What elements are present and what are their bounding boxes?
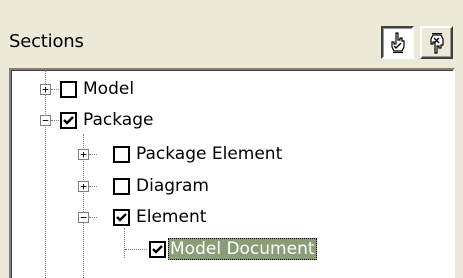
package-checkbox[interactable]: [60, 112, 77, 129]
tree-connector: [89, 186, 97, 187]
tree-node-diagram[interactable]: Diagram: [134, 175, 211, 197]
tree-node-element[interactable]: Element: [134, 206, 208, 228]
tree-node-package-element[interactable]: Package Element: [134, 143, 284, 165]
diagram-checkbox[interactable]: [113, 178, 130, 195]
hand-uncheck-all-icon: [429, 32, 444, 54]
sections-title: Sections: [9, 31, 84, 52]
expand-diagram-toggle[interactable]: +: [78, 181, 89, 192]
package-element-checkbox[interactable]: [113, 146, 130, 163]
sections-tree[interactable]: + Model − Package + Package Element + Di…: [9, 68, 455, 278]
check-all-button[interactable]: [381, 26, 414, 59]
model-document-checkbox[interactable]: [149, 241, 166, 258]
hand-check-all-icon: [390, 31, 405, 53]
tree-node-model-document[interactable]: Model Document: [168, 238, 317, 260]
tree-connector: [51, 120, 59, 121]
tree-connector: [125, 249, 147, 250]
checkmark-icon: [152, 245, 163, 254]
tree-connector: [89, 154, 97, 155]
tree-connector: [124, 228, 125, 258]
tree-node-model[interactable]: Model: [81, 78, 136, 100]
tree-connector: [89, 217, 97, 218]
tree-connector: [45, 70, 46, 278]
checkmark-icon: [116, 213, 127, 222]
uncheck-all-button[interactable]: [420, 26, 453, 59]
expand-package-element-toggle[interactable]: +: [78, 149, 89, 160]
checkmark-icon: [63, 116, 74, 125]
expand-model-toggle[interactable]: +: [40, 84, 51, 95]
collapse-package-toggle[interactable]: −: [40, 115, 51, 126]
tree-node-package[interactable]: Package: [81, 109, 155, 131]
collapse-element-toggle[interactable]: −: [78, 212, 89, 223]
model-checkbox[interactable]: [60, 81, 77, 98]
element-checkbox[interactable]: [113, 209, 130, 226]
tree-connector: [51, 89, 59, 90]
